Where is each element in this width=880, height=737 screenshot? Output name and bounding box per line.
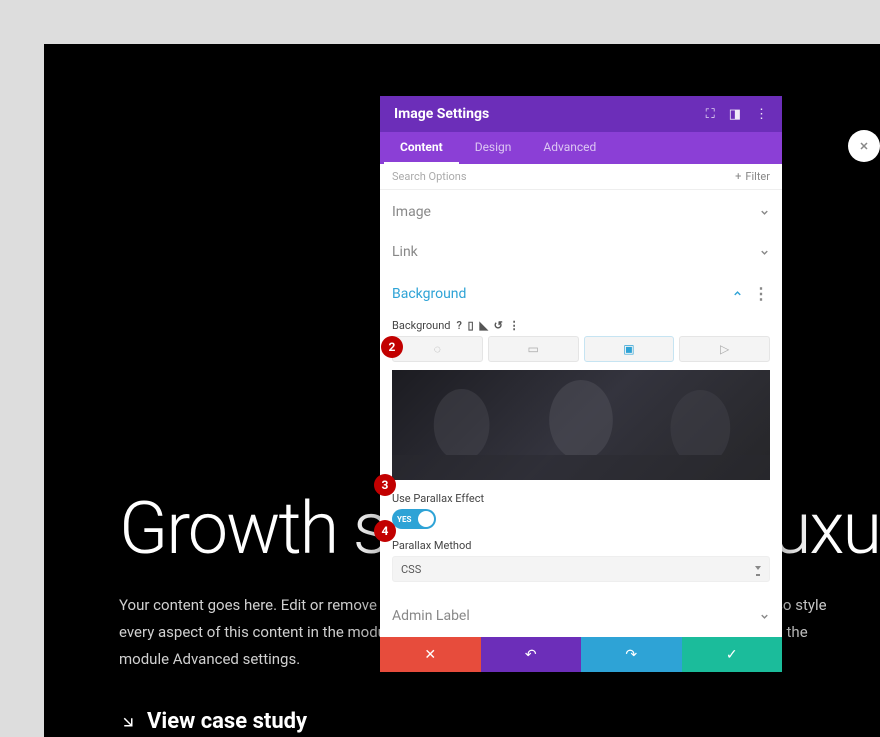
save-button[interactable]: ✓ [682,637,783,672]
modal-header: Image Settings ⛶ ◨ ⋮ [380,96,782,132]
plus-icon: + [735,170,741,183]
section-title-image: Image [392,204,431,220]
expand-icon[interactable]: ⛶ [706,107,715,122]
section-background[interactable]: Background ⋮ [392,270,770,313]
section-image[interactable]: Image [392,190,770,230]
preview-silhouettes [392,370,770,480]
parallax-label: Use Parallax Effect [392,492,770,505]
panel-icon[interactable]: ◨ [729,107,741,122]
modal-body: Image Link Background ⋮ Background ? ▯ ◣… [380,190,782,637]
tab-content[interactable]: Content [384,132,459,164]
parallax-method-label: Parallax Method [392,539,770,552]
toggle-knob [418,511,434,527]
tab-design[interactable]: Design [459,132,528,164]
section-title-link: Link [392,244,418,260]
search-options-label[interactable]: Search Options [392,170,467,183]
modal-tabs: Content Design Advanced [380,132,782,164]
undo-button[interactable]: ↶ [481,637,582,672]
callout-3: 3 [374,474,396,496]
bg-type-image[interactable]: ▣ [584,336,675,362]
tab-advanced[interactable]: Advanced [527,132,612,164]
parallax-method-select[interactable]: CSS [392,556,770,582]
section-more-icon[interactable]: ⋮ [753,284,770,303]
modal-footer: ✕ ↶ ↷ ✓ [380,637,782,672]
close-icon [858,140,870,152]
section-link[interactable]: Link [392,230,770,270]
header-actions: ⛶ ◨ ⋮ [706,107,768,122]
parallax-toggle[interactable]: YES [392,509,436,529]
redo-button[interactable]: ↷ [581,637,682,672]
section-title-admin: Admin Label [392,608,470,624]
callout-2: 2 [381,336,403,358]
field-toolbar: ? ▯ ◣ ↺ ⋮ [456,319,522,332]
callout-4: 4 [374,520,396,542]
filter-label: Filter [745,170,770,183]
parallax-toggle-row: YES [392,509,770,529]
section-title-background: Background [392,286,466,302]
cta-label: View case study [147,709,307,734]
bg-type-gradient[interactable]: ▭ [488,336,579,362]
arrow-diagonal-icon [119,713,137,731]
more-dots-icon[interactable]: ⋮ [509,319,520,332]
view-case-study-link[interactable]: View case study [119,709,307,737]
section-admin-label[interactable]: Admin Label [392,594,770,634]
close-button[interactable] [848,130,880,162]
image-settings-modal: Image Settings ⛶ ◨ ⋮ Content Design Adva… [380,96,782,672]
reset-icon[interactable]: ↺ [494,319,503,332]
bg-type-color[interactable]: ◌ [392,336,483,362]
background-type-tabs: ◌ ▭ ▣ ▷ [392,336,770,362]
search-row: Search Options + Filter [380,164,782,190]
chevron-down-icon [759,247,770,258]
background-label-text: Background [392,319,450,332]
more-icon[interactable]: ⋮ [755,107,768,122]
cancel-button[interactable]: ✕ [380,637,481,672]
select-value: CSS [401,563,421,576]
toggle-label: YES [392,515,411,524]
bg-type-video[interactable]: ▷ [679,336,770,362]
hover-icon[interactable]: ◣ [479,319,487,332]
chevron-up-icon [732,288,743,299]
phone-icon[interactable]: ▯ [468,319,474,332]
filter-button[interactable]: + Filter [735,170,770,183]
modal-title: Image Settings [394,106,489,122]
help-icon[interactable]: ? [456,319,461,332]
background-field-label: Background ? ▯ ◣ ↺ ⋮ [392,319,770,332]
chevron-down-icon [759,207,770,218]
chevron-down-icon [759,611,770,622]
background-preview[interactable] [392,370,770,480]
